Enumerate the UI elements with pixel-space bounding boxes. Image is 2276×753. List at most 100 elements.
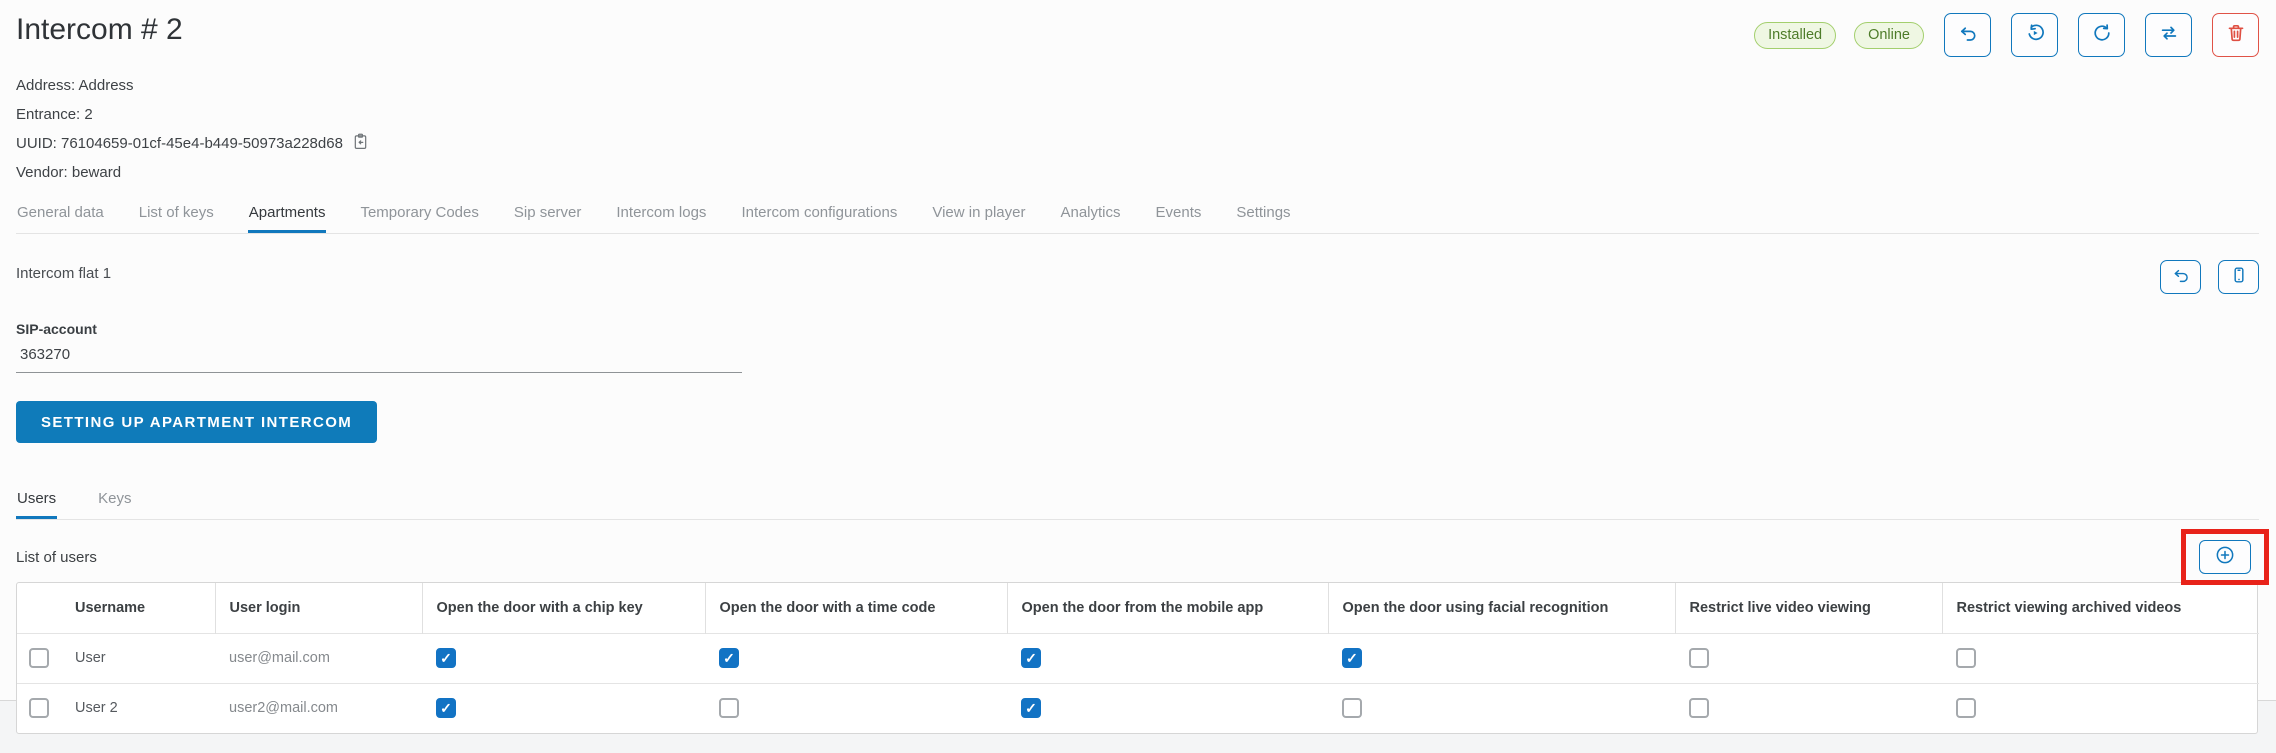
delete-button[interactable]: [2212, 13, 2259, 57]
chip-cell: ✓: [422, 683, 705, 733]
column-header-login: User login: [215, 583, 422, 633]
timecode-checkbox[interactable]: ✓: [719, 648, 739, 668]
tab-intercom-configurations[interactable]: Intercom configurations: [740, 199, 898, 233]
meta-entrance: Entrance: 2: [16, 100, 2259, 129]
timecode-checkbox[interactable]: [719, 698, 739, 718]
flat-section-header: Intercom flat 1: [16, 260, 2259, 294]
timecode-cell: ✓: [705, 633, 1007, 683]
column-header-facial: Open the door using facial recognition: [1328, 583, 1675, 633]
tab-view-in-player[interactable]: View in player: [931, 199, 1026, 233]
tab-sip-server[interactable]: Sip server: [513, 199, 583, 233]
user-login-cell: user2@mail.com: [215, 683, 422, 733]
uuid-text: UUID: 76104659-01cf-45e4-b449-50973a228d…: [16, 135, 343, 152]
undo-arrow-icon: [1957, 22, 1979, 49]
page-content: Intercom # 2 Installed Online: [0, 0, 2276, 701]
mobile-checkbox[interactable]: ✓: [1021, 698, 1041, 718]
list-of-users-title: List of users: [16, 549, 97, 566]
online-status-badge: Online: [1854, 22, 1924, 49]
meta-uuid: UUID: 76104659-01cf-45e4-b449-50973a228d…: [16, 129, 2259, 158]
device-action-buttons: [1944, 13, 2259, 57]
main-tabbar: General data List of keys Apartments Tempor…: [16, 199, 2259, 234]
archive-cell: [1942, 683, 2259, 733]
row-select-checkbox[interactable]: [29, 698, 49, 718]
restart-button[interactable]: [2011, 13, 2058, 57]
live-cell: [1675, 633, 1942, 683]
tab-apartments[interactable]: Apartments: [248, 199, 327, 233]
sync-arrows-icon: [2158, 22, 2180, 49]
list-of-users-header: List of users: [16, 528, 2259, 586]
tab-intercom-logs[interactable]: Intercom logs: [615, 199, 707, 233]
meta-address: Address: Address: [16, 71, 2259, 100]
flat-undo-button[interactable]: [2160, 260, 2201, 294]
live-cell: [1675, 683, 1942, 733]
row-select-checkbox[interactable]: [29, 648, 49, 668]
tab-settings[interactable]: Settings: [1235, 199, 1291, 233]
sip-input-underline: [16, 339, 742, 373]
column-header-mobile: Open the door from the mobile app: [1007, 583, 1328, 633]
device-meta: Address: Address Entrance: 2 UUID: 76104…: [16, 71, 2259, 187]
page-header: Intercom # 2 Installed Online: [16, 10, 2259, 57]
meta-vendor: Vendor: beward: [16, 158, 2259, 187]
flat-mobile-button[interactable]: [2218, 260, 2259, 294]
username-cell: User: [61, 633, 215, 683]
tab-analytics[interactable]: Analytics: [1059, 199, 1121, 233]
add-user-button[interactable]: [2199, 540, 2251, 574]
facial-checkbox[interactable]: ✓: [1342, 648, 1362, 668]
column-header-timecode: Open the door with a time code: [705, 583, 1007, 633]
status-badges: Installed Online: [1754, 22, 1924, 49]
archive-checkbox[interactable]: [1956, 648, 1976, 668]
chip-cell: ✓: [422, 633, 705, 683]
tab-temporary-codes[interactable]: Temporary Codes: [359, 199, 479, 233]
archive-checkbox[interactable]: [1956, 698, 1976, 718]
timecode-cell: [705, 683, 1007, 733]
plus-circle-icon: [2213, 543, 2237, 572]
replay-icon: [2024, 22, 2046, 49]
setup-apartment-intercom-button[interactable]: SETTING UP APARTMENT INTERCOM: [16, 401, 377, 443]
mobile-cell: ✓: [1007, 633, 1328, 683]
mobile-phone-icon: [2229, 265, 2249, 290]
undo-button[interactable]: [1944, 13, 1991, 57]
tab-events[interactable]: Events: [1155, 199, 1203, 233]
column-header-archive: Restrict viewing archived videos: [1942, 583, 2259, 633]
user-row: User 2user2@mail.com ✓ ✓: [17, 683, 2259, 733]
column-header-username: Username: [61, 583, 215, 633]
sip-account-label: SIP-account: [16, 321, 742, 337]
subtab-users[interactable]: Users: [16, 485, 57, 519]
mobile-checkbox[interactable]: ✓: [1021, 648, 1041, 668]
live-checkbox[interactable]: [1689, 648, 1709, 668]
undo-arrow-icon: [2171, 265, 2191, 290]
chip-checkbox[interactable]: ✓: [436, 648, 456, 668]
row-select-cell: [17, 683, 61, 733]
copy-uuid-icon[interactable]: [351, 132, 370, 155]
subtab-keys[interactable]: Keys: [97, 485, 132, 519]
chip-checkbox[interactable]: ✓: [436, 698, 456, 718]
installed-status-badge: Installed: [1754, 22, 1836, 49]
trash-icon: [2225, 22, 2247, 49]
user-row: Useruser@mail.com ✓ ✓ ✓ ✓: [17, 633, 2259, 683]
table-header-row: UsernameUser loginOpen the door with a c…: [17, 583, 2259, 633]
tab-general-data[interactable]: General data: [16, 199, 105, 233]
tab-list-of-keys[interactable]: List of keys: [138, 199, 215, 233]
flat-title: Intercom flat 1: [16, 260, 111, 282]
mobile-cell: ✓: [1007, 683, 1328, 733]
facial-cell: ✓: [1328, 633, 1675, 683]
sub-tabbar: Users Keys: [16, 485, 2259, 520]
refresh-icon: [2091, 22, 2113, 49]
annotation-highlight-box: [2181, 529, 2269, 585]
facial-cell: [1328, 683, 1675, 733]
sip-account-input[interactable]: [16, 339, 742, 372]
flat-action-buttons: [2160, 260, 2259, 294]
users-table: UsernameUser loginOpen the door with a c…: [16, 582, 2258, 734]
page-title: Intercom # 2: [16, 10, 183, 50]
column-header-live: Restrict live video viewing: [1675, 583, 1942, 633]
sync-button[interactable]: [2145, 13, 2192, 57]
column-header-select: [17, 583, 61, 633]
facial-checkbox[interactable]: [1342, 698, 1362, 718]
archive-cell: [1942, 633, 2259, 683]
row-select-cell: [17, 633, 61, 683]
username-cell: User 2: [61, 683, 215, 733]
refresh-button[interactable]: [2078, 13, 2125, 57]
live-checkbox[interactable]: [1689, 698, 1709, 718]
user-login-cell: user@mail.com: [215, 633, 422, 683]
sip-account-field: SIP-account: [16, 321, 742, 373]
